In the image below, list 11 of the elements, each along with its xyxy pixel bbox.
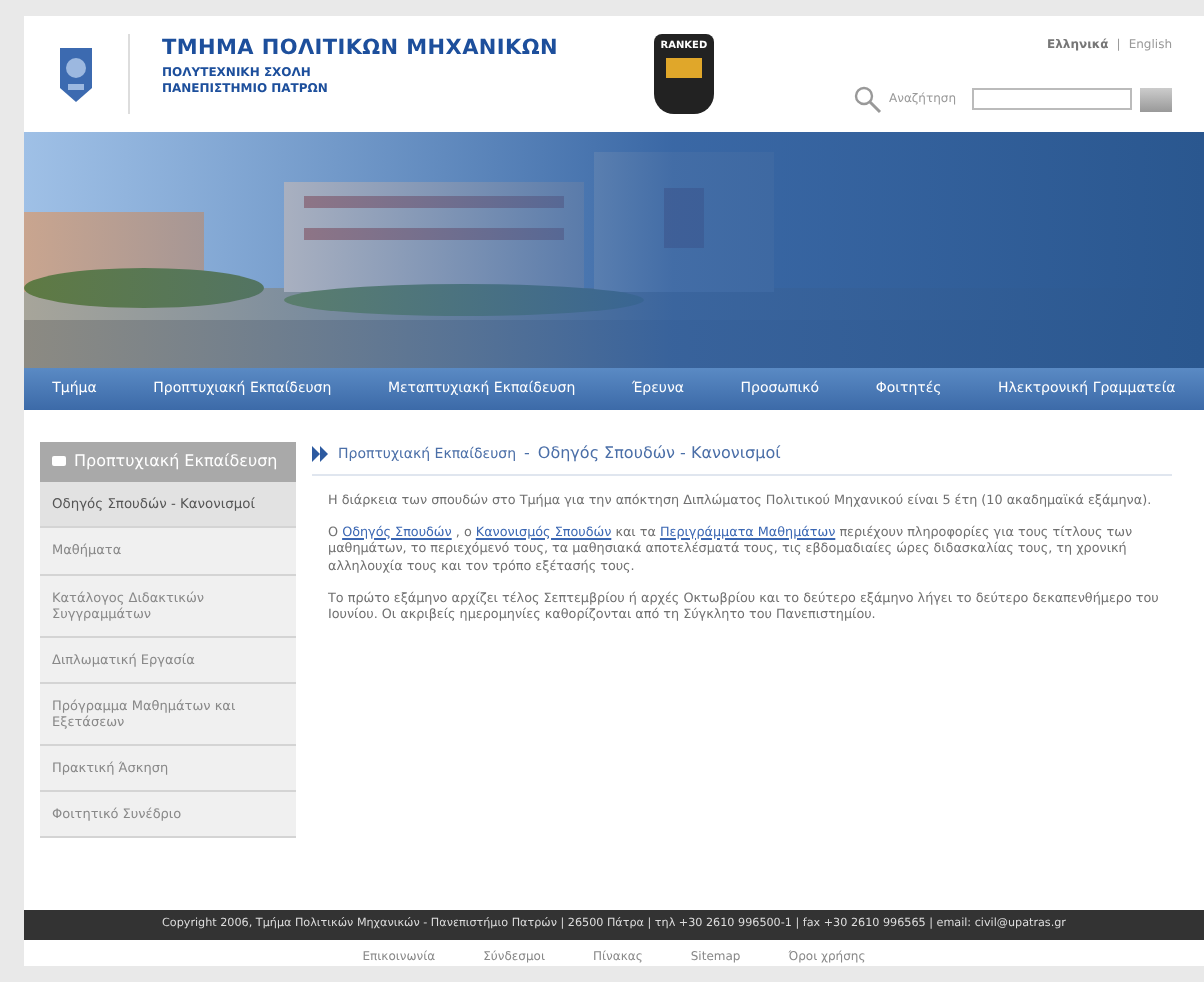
sidebar-header[interactable]: Προπτυχιακή Εκπαίδευση xyxy=(40,442,296,482)
department-title: ΤΜΗΜΑ ΠΟΛΙΤΙΚΩΝ ΜΗΧΑΝΙΚΩΝ xyxy=(162,34,558,64)
page-title: Οδηγός Σπουδών - Κανονισμοί xyxy=(537,442,781,466)
search-field[interactable] xyxy=(972,88,1132,110)
search-button[interactable] xyxy=(1140,87,1172,111)
sidebar-title: Προπτυχιακή Εκπαίδευση xyxy=(74,450,278,474)
crest-icon xyxy=(56,44,96,104)
search-icon xyxy=(853,85,881,113)
chevron-icon xyxy=(312,446,330,462)
collapse-icon xyxy=(52,456,66,466)
breadcrumb-separator: - xyxy=(524,442,530,466)
